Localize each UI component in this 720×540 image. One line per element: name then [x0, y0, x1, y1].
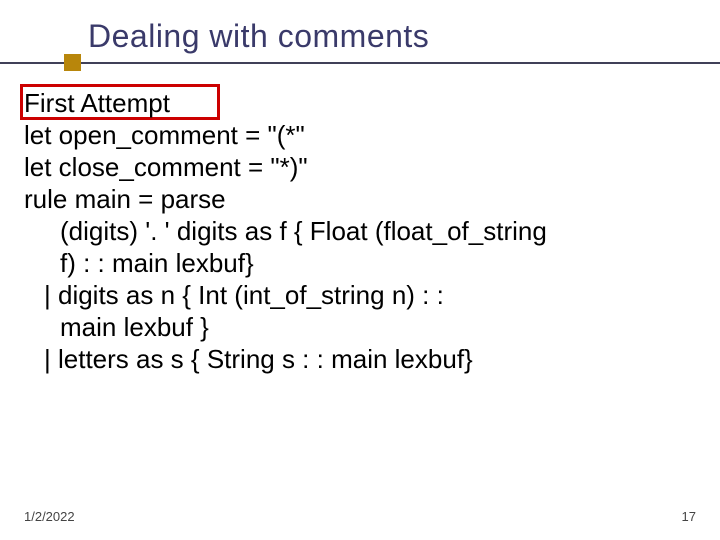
body-line: | digits as n { Int (int_of_string n) : …	[24, 280, 702, 312]
title-area: Dealing with comments	[0, 0, 720, 55]
body-line: | letters as s { String s : : main lexbu…	[24, 344, 702, 376]
slide-body: First Attempt let open_comment = "(*" le…	[24, 88, 702, 376]
body-line: rule main = parse	[24, 184, 702, 216]
footer: 1/2/2022 17	[24, 509, 696, 524]
body-line: First Attempt	[24, 88, 702, 120]
page-number: 17	[682, 509, 696, 524]
body-line: let open_comment = "(*"	[24, 120, 702, 152]
body-line: f) : : main lexbuf}	[24, 248, 702, 280]
slide-title: Dealing with comments	[88, 18, 720, 55]
body-line: main lexbuf }	[24, 312, 702, 344]
footer-date: 1/2/2022	[24, 509, 75, 524]
body-line: let close_comment = "*)"	[24, 152, 702, 184]
body-line: (digits) '. ' digits as f { Float (float…	[24, 216, 702, 248]
title-underline	[0, 62, 720, 64]
accent-square	[64, 54, 81, 71]
